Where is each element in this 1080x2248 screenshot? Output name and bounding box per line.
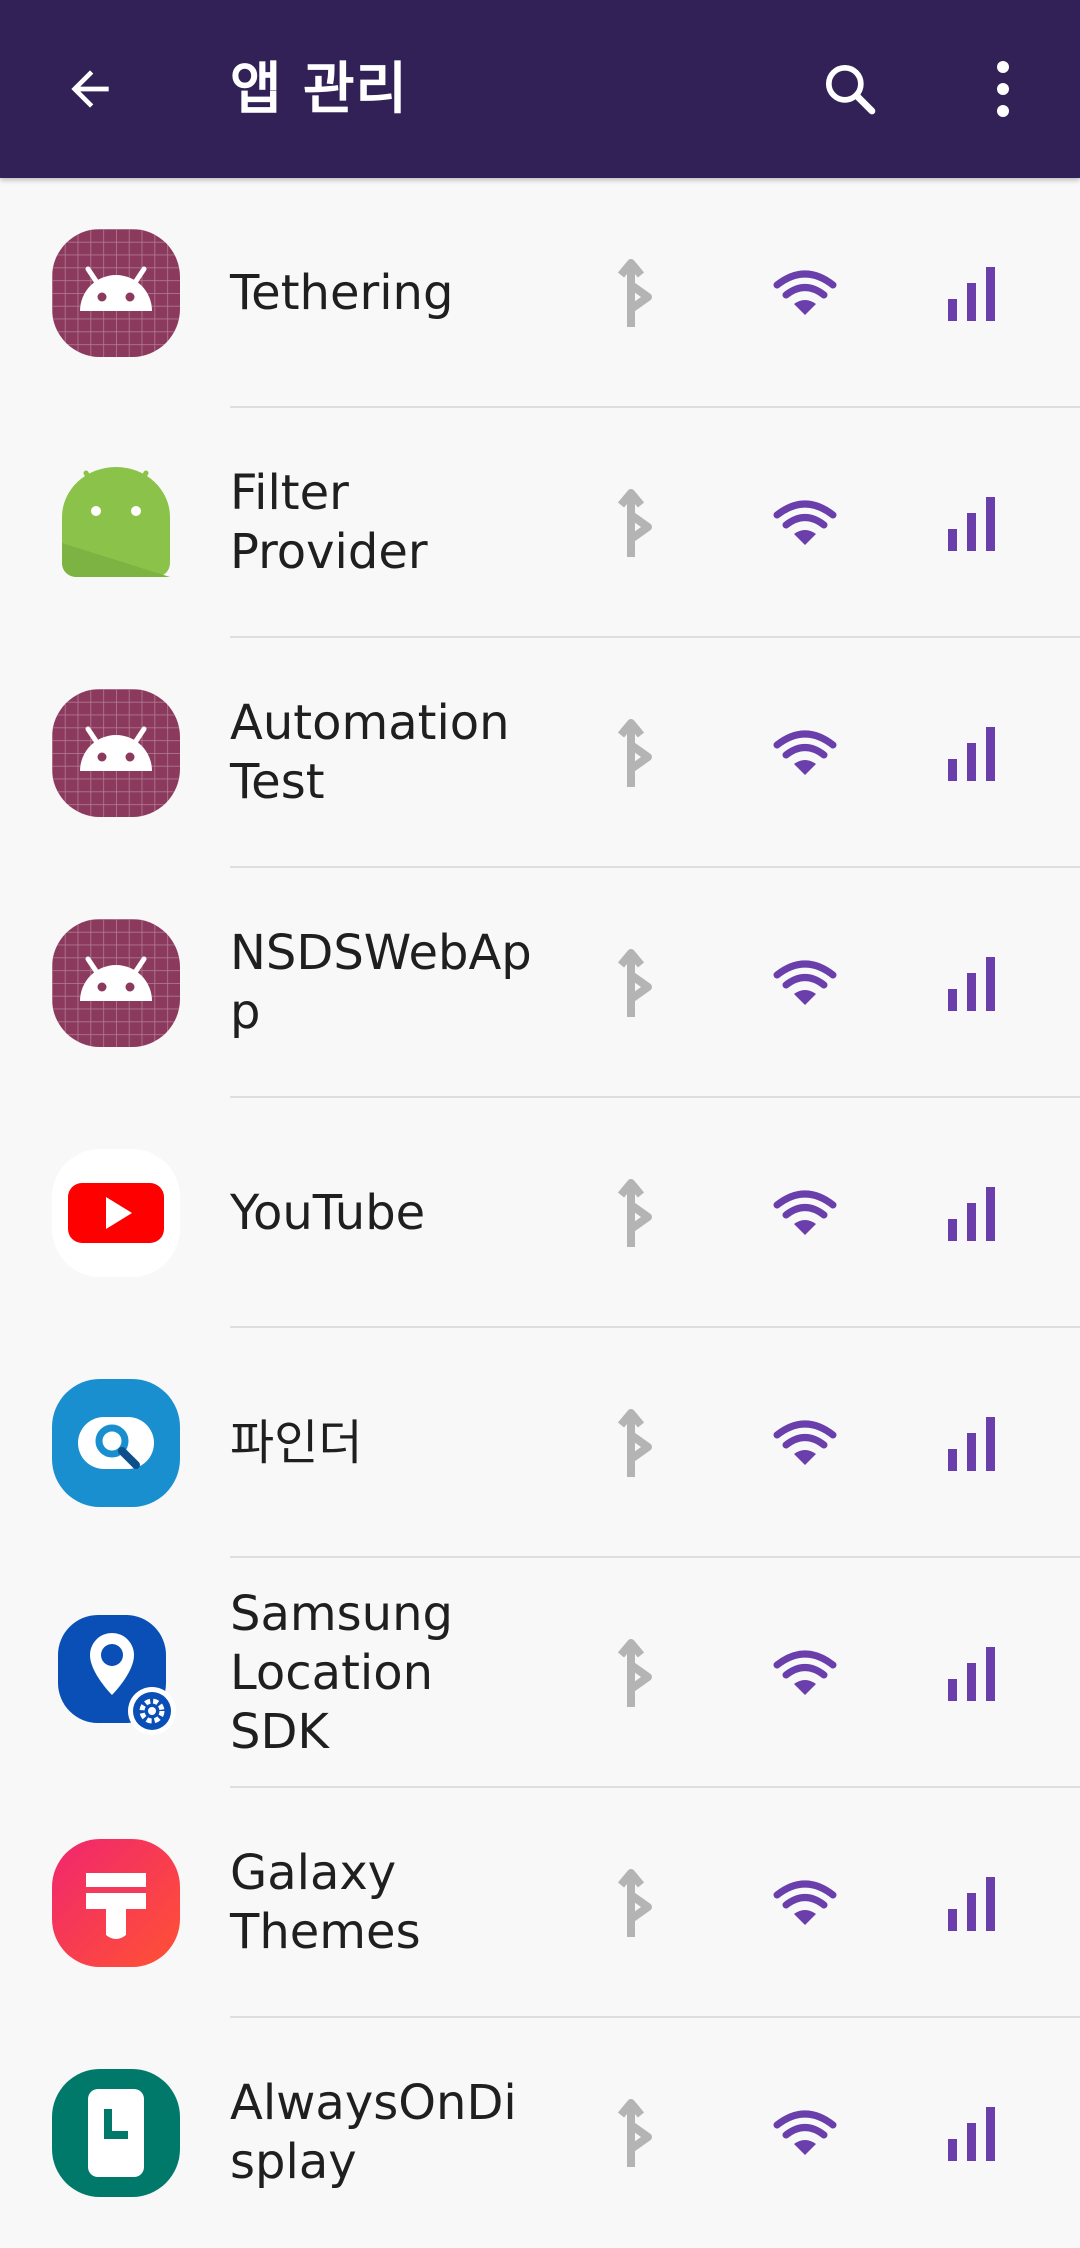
roaming-toggle[interactable] [578,408,698,638]
wifi-toggle[interactable] [745,1328,865,1558]
finder-icon [52,1379,180,1507]
wifi-icon [773,1650,837,1695]
search-button[interactable] [800,44,900,134]
mobile-data-toggle[interactable] [912,1558,1032,1788]
mobile-data-toggle[interactable] [912,178,1032,408]
signal-bars-icon [948,2107,995,2161]
list-item[interactable]: Galaxy Themes [0,1788,1080,2018]
wifi-toggle[interactable] [745,638,865,868]
wifi-icon [773,730,837,775]
roaming-toggle[interactable] [578,2018,698,2248]
app-label: Samsung Location SDK [230,1585,453,1760]
wifi-toggle[interactable] [745,1098,865,1328]
wifi-icon [773,270,837,315]
android-grid-icon [52,689,180,817]
app-label: 파인더 [230,1414,363,1471]
wifi-toggle[interactable] [745,1558,865,1788]
roaming-icon [617,949,652,1017]
wifi-icon [773,960,837,1005]
galaxy-themes-icon [52,1839,180,1967]
list-item[interactable]: NSDSWebApp [0,868,1080,1098]
signal-bars-icon [948,1877,995,1931]
roaming-toggle[interactable] [578,1558,698,1788]
arrow-back-icon [71,70,109,108]
roaming-toggle[interactable] [578,1328,698,1558]
roaming-icon [617,719,652,787]
wifi-toggle[interactable] [745,2018,865,2248]
list-item[interactable]: Tethering [0,178,1080,408]
roaming-toggle[interactable] [578,1788,698,2018]
app-label: Tethering [230,264,454,321]
more-options-button[interactable] [955,44,1051,134]
signal-bars-icon [948,727,995,781]
app-bar: 앱 관리 [0,0,1080,178]
roaming-toggle[interactable] [578,1098,698,1328]
list-item[interactable]: AlwaysOnDisplay [0,2018,1080,2248]
roaming-icon [617,489,652,557]
wifi-icon [773,500,837,545]
wifi-icon [773,2110,837,2155]
roaming-toggle[interactable] [578,178,698,408]
page-title: 앱 관리 [230,57,409,122]
list-item[interactable]: YouTube [0,1098,1080,1328]
android-green-icon [52,459,180,587]
wifi-icon [773,1420,837,1465]
roaming-toggle[interactable] [578,638,698,868]
search-icon [825,64,876,115]
app-label: Filter Provider [230,465,428,580]
wifi-icon [773,1880,837,1925]
signal-bars-icon [948,267,995,321]
wifi-toggle[interactable] [745,1788,865,2018]
app-list: Tethering Filter Provider Automation Tes… [0,178,1080,2248]
wifi-icon [773,1190,837,1235]
roaming-icon [617,1179,652,1247]
android-grid-icon [52,919,180,1047]
roaming-icon [617,1869,652,1937]
list-item[interactable]: Automation Test [0,638,1080,868]
wifi-toggle[interactable] [745,868,865,1098]
signal-bars-icon [948,497,995,551]
youtube-icon [52,1149,180,1277]
mobile-data-toggle[interactable] [912,638,1032,868]
roaming-icon [617,2099,652,2167]
more-vertical-icon [997,61,1009,117]
signal-bars-icon [948,1187,995,1241]
back-button[interactable] [40,44,140,134]
mobile-data-toggle[interactable] [912,408,1032,638]
signal-bars-icon [948,957,995,1011]
location-sdk-icon [52,1609,180,1737]
signal-bars-icon [948,1647,995,1701]
roaming-icon [617,259,652,327]
list-item[interactable]: Samsung Location SDK [0,1558,1080,1788]
mobile-data-toggle[interactable] [912,1788,1032,2018]
app-label: Galaxy Themes [230,1845,421,1960]
wifi-toggle[interactable] [745,178,865,408]
always-on-display-icon [52,2069,180,2197]
android-grid-icon [52,229,180,357]
roaming-icon [617,1639,652,1707]
mobile-data-toggle[interactable] [912,1328,1032,1558]
app-label: NSDSWebApp [230,925,532,1040]
list-item[interactable]: 파인더 [0,1328,1080,1558]
app-label: AlwaysOnDisplay [230,2075,517,2190]
roaming-icon [617,1409,652,1477]
mobile-data-toggle[interactable] [912,2018,1032,2248]
list-item[interactable]: Filter Provider [0,408,1080,638]
roaming-toggle[interactable] [578,868,698,1098]
mobile-data-toggle[interactable] [912,868,1032,1098]
mobile-data-toggle[interactable] [912,1098,1032,1328]
app-label: YouTube [230,1184,426,1241]
app-label: Automation Test [230,695,510,810]
wifi-toggle[interactable] [745,408,865,638]
signal-bars-icon [948,1417,995,1471]
